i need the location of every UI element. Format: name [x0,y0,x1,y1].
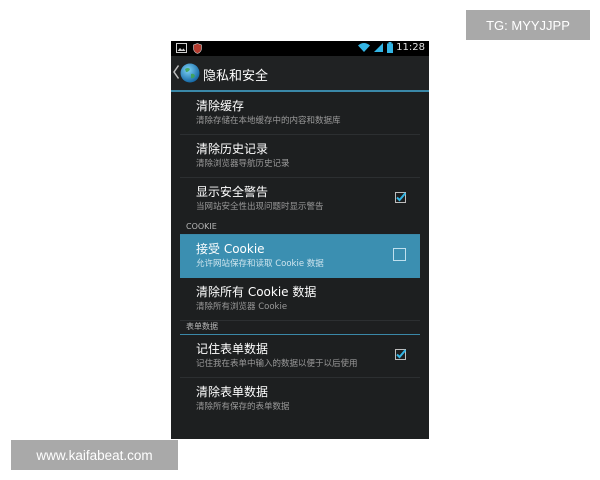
setting-accept-cookies[interactable]: 接受 Cookie 允许网站保存和读取 Cookie 数据 [180,235,420,278]
system-indicators: 11:28 [357,42,425,53]
setting-clear-form-data[interactable]: 清除表单数据 清除所有保存的表单数据 [180,378,420,421]
setting-title: 清除历史记录 [196,142,269,156]
setting-summary: 清除存储在本地缓存中的内容和数据库 [196,116,341,126]
setting-title: 清除表单数据 [196,385,269,399]
wifi-icon [358,43,371,52]
clock: 11:28 [396,42,425,53]
watermark-bottom-left: www.kaifabeat.com [11,440,178,470]
setting-clear-history[interactable]: 清除历史记录 清除浏览器导航历史记录 [180,135,420,178]
section-header-form-data: 表单数据 [180,321,420,335]
setting-summary: 当网站安全性出现问题时显示警告 [196,202,324,212]
setting-title: 清除缓存 [196,99,245,113]
phone-screen: 11:28 隐私和安全 清除缓存 清除存储在本地缓存中的内容和数据库 清除历史记… [171,41,429,439]
watermark-top-right: TG: MYYJJPP [466,10,590,40]
setting-summary: 清除所有浏览器 Cookie [196,302,288,312]
setting-summary: 清除浏览器导航历史记录 [196,159,290,169]
security-warnings-checkbox[interactable] [395,192,406,203]
browser-globe-icon[interactable] [180,63,200,83]
page-title: 隐私和安全 [203,69,269,84]
signal-icon [374,43,384,52]
setting-summary: 清除所有保存的表单数据 [196,402,290,412]
status-bar: 11:28 [171,41,429,56]
accept-cookies-checkbox[interactable] [393,248,406,261]
setting-summary: 记住我在表单中输入的数据以便于以后使用 [196,359,358,369]
setting-remember-form-data[interactable]: 记住表单数据 记住我在表单中输入的数据以便于以后使用 [180,335,420,378]
settings-list: 清除缓存 清除存储在本地缓存中的内容和数据库 清除历史记录 清除浏览器导航历史记… [171,92,429,421]
action-bar: 隐私和安全 [171,56,429,92]
back-chevron-icon[interactable] [172,64,180,80]
section-header-cookie: COOKIE [180,221,420,235]
setting-title: 记住表单数据 [196,342,269,356]
remember-form-checkbox[interactable] [395,349,406,360]
battery-icon [387,42,394,53]
setting-title: 显示安全警告 [196,185,269,199]
notification-icons [176,43,202,54]
setting-summary: 允许网站保存和读取 Cookie 数据 [196,259,324,269]
shield-notification-icon [193,43,202,54]
setting-clear-cookies[interactable]: 清除所有 Cookie 数据 清除所有浏览器 Cookie [180,278,420,321]
setting-security-warnings[interactable]: 显示安全警告 当网站安全性出现问题时显示警告 [180,178,420,221]
setting-title: 接受 Cookie [196,242,265,256]
setting-title: 清除所有 Cookie 数据 [196,285,317,299]
setting-clear-cache[interactable]: 清除缓存 清除存储在本地缓存中的内容和数据库 [180,92,420,135]
image-notification-icon [176,43,187,53]
